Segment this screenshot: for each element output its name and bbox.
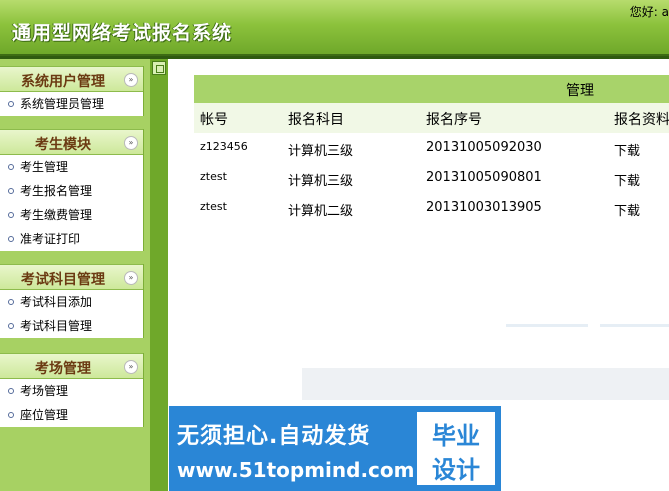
bullet-icon <box>8 236 14 242</box>
cell-serial: 20131003013905 <box>426 200 542 215</box>
faint-divider <box>506 324 588 327</box>
table-row: ztest 计算机三级 20131005090801 下载 <box>194 163 669 193</box>
sidebar-item-label: 准考证打印 <box>20 232 81 246</box>
download-link[interactable]: 下载 <box>614 170 640 189</box>
column-header-documents: 报名资料 <box>614 112 669 128</box>
table-header: 帐号 报名科目 报名序号 报名资料 <box>194 103 669 133</box>
faint-divider <box>600 324 669 327</box>
sidebar-group-candidates: 考生模块 » 考生管理 考生报名管理 考生缴费管理 准考证打印 <box>0 129 144 251</box>
bullet-icon <box>8 212 14 218</box>
ad-logo-box: 毕业 设计 <box>415 410 497 487</box>
bullet-icon <box>8 412 14 418</box>
sidebar-item-label: 系统管理员管理 <box>20 97 105 111</box>
sidebar-item-registration-management[interactable]: 考生报名管理 <box>0 179 143 203</box>
user-greeting: 您好: a <box>629 5 669 19</box>
ad-logo-line: 设计 <box>432 456 480 484</box>
bullet-icon <box>8 101 14 107</box>
column-header-account: 帐号 <box>200 112 228 128</box>
sidebar-group-header[interactable]: 考试科目管理 » <box>0 264 143 290</box>
sidebar-group-header[interactable]: 考生模块 » <box>0 129 143 155</box>
sidebar-group-header[interactable]: 考场管理 » <box>0 353 143 379</box>
faded-bar <box>302 368 669 400</box>
sidebar-item-label: 考试科目添加 <box>20 295 93 309</box>
cell-subject: 计算机二级 <box>288 204 354 219</box>
cell-serial: 20131005092030 <box>426 140 542 155</box>
bullet-icon <box>8 323 14 329</box>
cell-account: ztest <box>200 170 227 183</box>
sidebar-item-admin-management[interactable]: 系统管理员管理 <box>0 92 143 116</box>
collapse-icon[interactable]: » <box>124 136 138 150</box>
bullet-icon <box>8 188 14 194</box>
cell-account: z123456 <box>200 140 248 153</box>
cell-subject: 计算机三级 <box>288 144 354 159</box>
collapse-icon[interactable]: » <box>124 73 138 87</box>
sidebar-group-exam-rooms: 考场管理 » 考场管理 座位管理 <box>0 353 144 427</box>
bullet-icon <box>8 164 14 170</box>
sidebar-splitter[interactable] <box>150 59 168 491</box>
sidebar-item-payment-management[interactable]: 考生缴费管理 <box>0 203 143 227</box>
bullet-icon <box>8 388 14 394</box>
sidebar-group-header[interactable]: 系统用户管理 » <box>0 66 143 92</box>
cell-subject: 计算机三级 <box>288 174 354 189</box>
sidebar-item-subject-add[interactable]: 考试科目添加 <box>0 290 143 314</box>
cell-account: ztest <box>200 200 227 213</box>
sidebar-group-title: 考试科目管理 <box>21 272 105 288</box>
sidebar: 系统用户管理 » 系统管理员管理 考生模块 » 考生管理 考生报名管理 考生缴费… <box>0 59 150 491</box>
bullet-icon <box>8 299 14 305</box>
sidebar-item-label: 考生管理 <box>20 160 69 174</box>
ad-banner[interactable]: 无须担心.自动发货 www.51topmind.com 毕业 设计 <box>169 406 501 491</box>
ad-slogan: 无须担心.自动发货 <box>177 424 371 449</box>
table-row: z123456 计算机三级 20131005092030 下载 <box>194 133 669 163</box>
table-title-band: 管理 <box>194 75 669 103</box>
table-title: 管理 <box>566 83 594 99</box>
download-link[interactable]: 下载 <box>614 140 640 159</box>
collapse-sidebar-icon[interactable] <box>152 61 166 75</box>
sidebar-item-label: 座位管理 <box>20 408 69 422</box>
table-row: ztest 计算机二级 20131003013905 下载 <box>194 193 669 223</box>
sidebar-group-title: 考场管理 <box>35 361 91 377</box>
sidebar-item-room-management[interactable]: 考场管理 <box>0 379 143 403</box>
sidebar-item-label: 考试科目管理 <box>20 319 93 333</box>
sidebar-group-title: 考生模块 <box>35 137 91 153</box>
sidebar-group-system-users: 系统用户管理 » 系统管理员管理 <box>0 66 144 116</box>
ad-url: www.51topmind.com <box>177 458 415 482</box>
cell-serial: 20131005090801 <box>426 170 542 185</box>
app-title: 通用型网络考试报名系统 <box>12 22 233 44</box>
collapse-icon[interactable]: » <box>124 360 138 374</box>
sidebar-item-label: 考生报名管理 <box>20 184 93 198</box>
sidebar-item-candidate-management[interactable]: 考生管理 <box>0 155 143 179</box>
download-link[interactable]: 下载 <box>614 200 640 219</box>
sidebar-item-label: 考场管理 <box>20 384 69 398</box>
sidebar-item-admission-ticket-print[interactable]: 准考证打印 <box>0 227 143 251</box>
column-header-subject: 报名科目 <box>288 112 344 128</box>
sidebar-group-subjects: 考试科目管理 » 考试科目添加 考试科目管理 <box>0 264 144 338</box>
app-header: 通用型网络考试报名系统 您好: a <box>0 0 669 56</box>
ad-logo-line: 毕业 <box>432 422 480 450</box>
sidebar-item-label: 考生缴费管理 <box>20 208 93 222</box>
sidebar-item-seat-management[interactable]: 座位管理 <box>0 403 143 427</box>
sidebar-item-subject-management[interactable]: 考试科目管理 <box>0 314 143 338</box>
sidebar-group-title: 系统用户管理 <box>21 74 105 90</box>
column-header-serial: 报名序号 <box>426 112 482 128</box>
collapse-icon[interactable]: » <box>124 271 138 285</box>
